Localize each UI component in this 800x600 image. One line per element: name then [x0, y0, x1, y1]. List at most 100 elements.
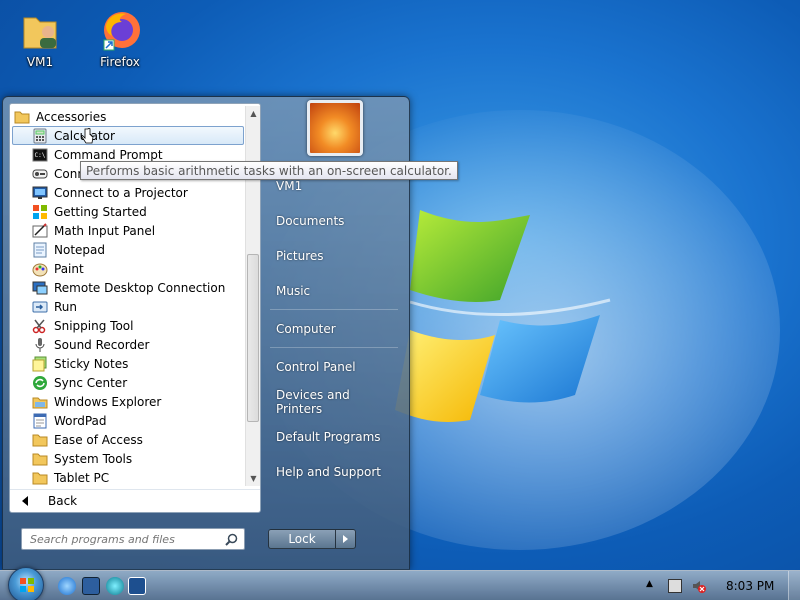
media-icon[interactable]	[106, 577, 124, 595]
program-item-connect-to-a-projector[interactable]: Connect to a Projector	[10, 183, 246, 202]
back-label: Back	[48, 493, 78, 508]
notepad-icon	[33, 242, 47, 257]
calculator-icon	[33, 128, 47, 143]
folder-icon	[14, 111, 30, 124]
computer-label: Computer	[276, 322, 336, 336]
right-pane-control-panel[interactable]: Control Panel	[270, 354, 398, 380]
program-item-system-tools[interactable]: System Tools	[10, 449, 246, 468]
right-pane-music[interactable]: Music	[270, 278, 398, 304]
folder-icon	[32, 453, 48, 465]
program-label: Ease of Access	[54, 432, 143, 447]
program-item-calculator[interactable]: Calculator	[12, 126, 244, 145]
network-icon[interactable]	[668, 579, 682, 593]
desktop-icon-firefox[interactable]: Firefox	[88, 8, 152, 69]
internet-explorer-icon[interactable]	[58, 577, 76, 595]
desktop-icon-label: Firefox	[100, 55, 140, 69]
program-item-sync-center[interactable]: Sync Center	[10, 373, 246, 392]
program-item-getting-started[interactable]: Getting Started	[10, 202, 246, 221]
right-pane-separator	[270, 347, 398, 348]
devices-and-printers-label: Devices and Printers	[276, 388, 350, 416]
program-label: WordPad	[54, 413, 107, 428]
program-label: Getting Started	[54, 204, 147, 219]
documents-label: Documents	[276, 214, 345, 228]
user-folder-icon	[18, 8, 62, 52]
right-pane-separator	[270, 309, 398, 310]
clock[interactable]: 8:03 PM	[726, 579, 774, 593]
desktop-icon-label: VM1	[26, 55, 54, 69]
wordpad-icon	[33, 413, 47, 428]
svg-text:C:\: C:\	[35, 152, 46, 159]
connect-icon	[32, 169, 48, 178]
pictures-label: Pictures	[276, 249, 324, 263]
scroll-up-arrow-icon[interactable]: ▲	[246, 106, 261, 121]
right-pane-default-programs[interactable]: Default Programs	[270, 424, 398, 450]
search-box[interactable]	[21, 528, 245, 550]
show-hidden-icons-icon[interactable]: ▲	[646, 579, 660, 593]
program-item-paint[interactable]: Paint	[10, 259, 246, 278]
scroll-down-arrow-icon[interactable]: ▼	[246, 471, 261, 486]
right-pane-computer[interactable]: Computer	[270, 316, 398, 342]
hand-cursor-icon	[81, 128, 94, 144]
search-input[interactable]	[30, 532, 220, 546]
back-button[interactable]: Back	[10, 489, 260, 511]
right-pane-help-and-support[interactable]: Help and Support	[270, 459, 398, 485]
program-label: Notepad	[54, 242, 105, 257]
program-item-snipping-tool[interactable]: Snipping Tool	[10, 316, 246, 335]
sticky-notes-icon	[32, 356, 47, 371]
program-item-notepad[interactable]: Notepad	[10, 240, 246, 259]
program-list: Calculator C:\ Command Prompt Conn Conne…	[10, 126, 246, 487]
lock-button[interactable]: Lock	[268, 529, 336, 549]
program-item-tablet-pc[interactable]: Tablet PC	[10, 468, 246, 487]
program-item-sticky-notes[interactable]: Sticky Notes	[10, 354, 246, 373]
help-and-support-label: Help and Support	[276, 465, 381, 479]
getting-started-icon	[33, 204, 47, 219]
folder-icon	[32, 434, 48, 446]
start-button[interactable]	[8, 567, 44, 600]
snipping-tool-icon	[32, 319, 46, 333]
folder-icon	[32, 472, 48, 484]
right-pane-pictures[interactable]: Pictures	[270, 243, 398, 269]
user-avatar[interactable]	[307, 100, 363, 156]
desktop-icon-vm1[interactable]: VM1	[8, 8, 72, 69]
volume-muted-icon[interactable]	[692, 579, 706, 593]
program-item-sound-recorder[interactable]: Sound Recorder	[10, 335, 246, 354]
remote-desktop-icon	[32, 281, 48, 294]
paint-icon	[32, 263, 48, 276]
program-label: Paint	[54, 261, 84, 276]
program-item-wordpad[interactable]: WordPad	[10, 411, 246, 430]
program-item-windows-explorer[interactable]: Windows Explorer	[10, 392, 246, 411]
program-item-run[interactable]: Run	[10, 297, 246, 316]
math-input-icon	[32, 222, 48, 237]
firefox-icon	[98, 8, 142, 52]
program-label: Sound Recorder	[54, 337, 150, 352]
program-item-remote-desktop-connection[interactable]: Remote Desktop Connection	[10, 278, 246, 297]
microphone-icon	[35, 337, 45, 352]
lock-label: Lock	[288, 532, 316, 546]
sync-icon	[33, 375, 47, 390]
program-label: Run	[54, 299, 78, 314]
program-label: Sticky Notes	[54, 356, 129, 371]
remote-icon[interactable]	[128, 577, 146, 595]
right-pane-documents[interactable]: Documents	[270, 208, 398, 234]
folder-header-accessories[interactable]: Accessories	[14, 108, 106, 126]
windows-logo-icon	[20, 578, 34, 592]
show-desktop-button[interactable]	[788, 571, 800, 600]
program-label: Remote Desktop Connection	[54, 280, 226, 295]
program-label: Math Input Panel	[54, 223, 156, 238]
control-panel-label: Control Panel	[276, 360, 356, 374]
program-label: Connect to a Projector	[54, 185, 188, 200]
folder-header-label: Accessories	[36, 110, 107, 124]
shutdown-options-arrow-icon[interactable]	[335, 529, 356, 549]
explorer-icon	[32, 397, 48, 408]
taskbar: ▲ 8:03 PM	[0, 567, 800, 600]
run-icon	[32, 301, 48, 312]
scroll-thumb[interactable]	[247, 254, 259, 422]
program-label: System Tools	[54, 451, 133, 466]
search-icon	[225, 533, 238, 546]
program-item-ease-of-access[interactable]: Ease of Access	[10, 430, 246, 449]
right-pane-devices-and-printers[interactable]: Devices and Printers	[270, 388, 398, 416]
monitor-icon[interactable]	[82, 577, 100, 595]
program-label: Sync Center	[54, 375, 128, 390]
program-item-math-input-panel[interactable]: Math Input Panel	[10, 221, 246, 240]
back-arrow-icon	[22, 495, 28, 506]
